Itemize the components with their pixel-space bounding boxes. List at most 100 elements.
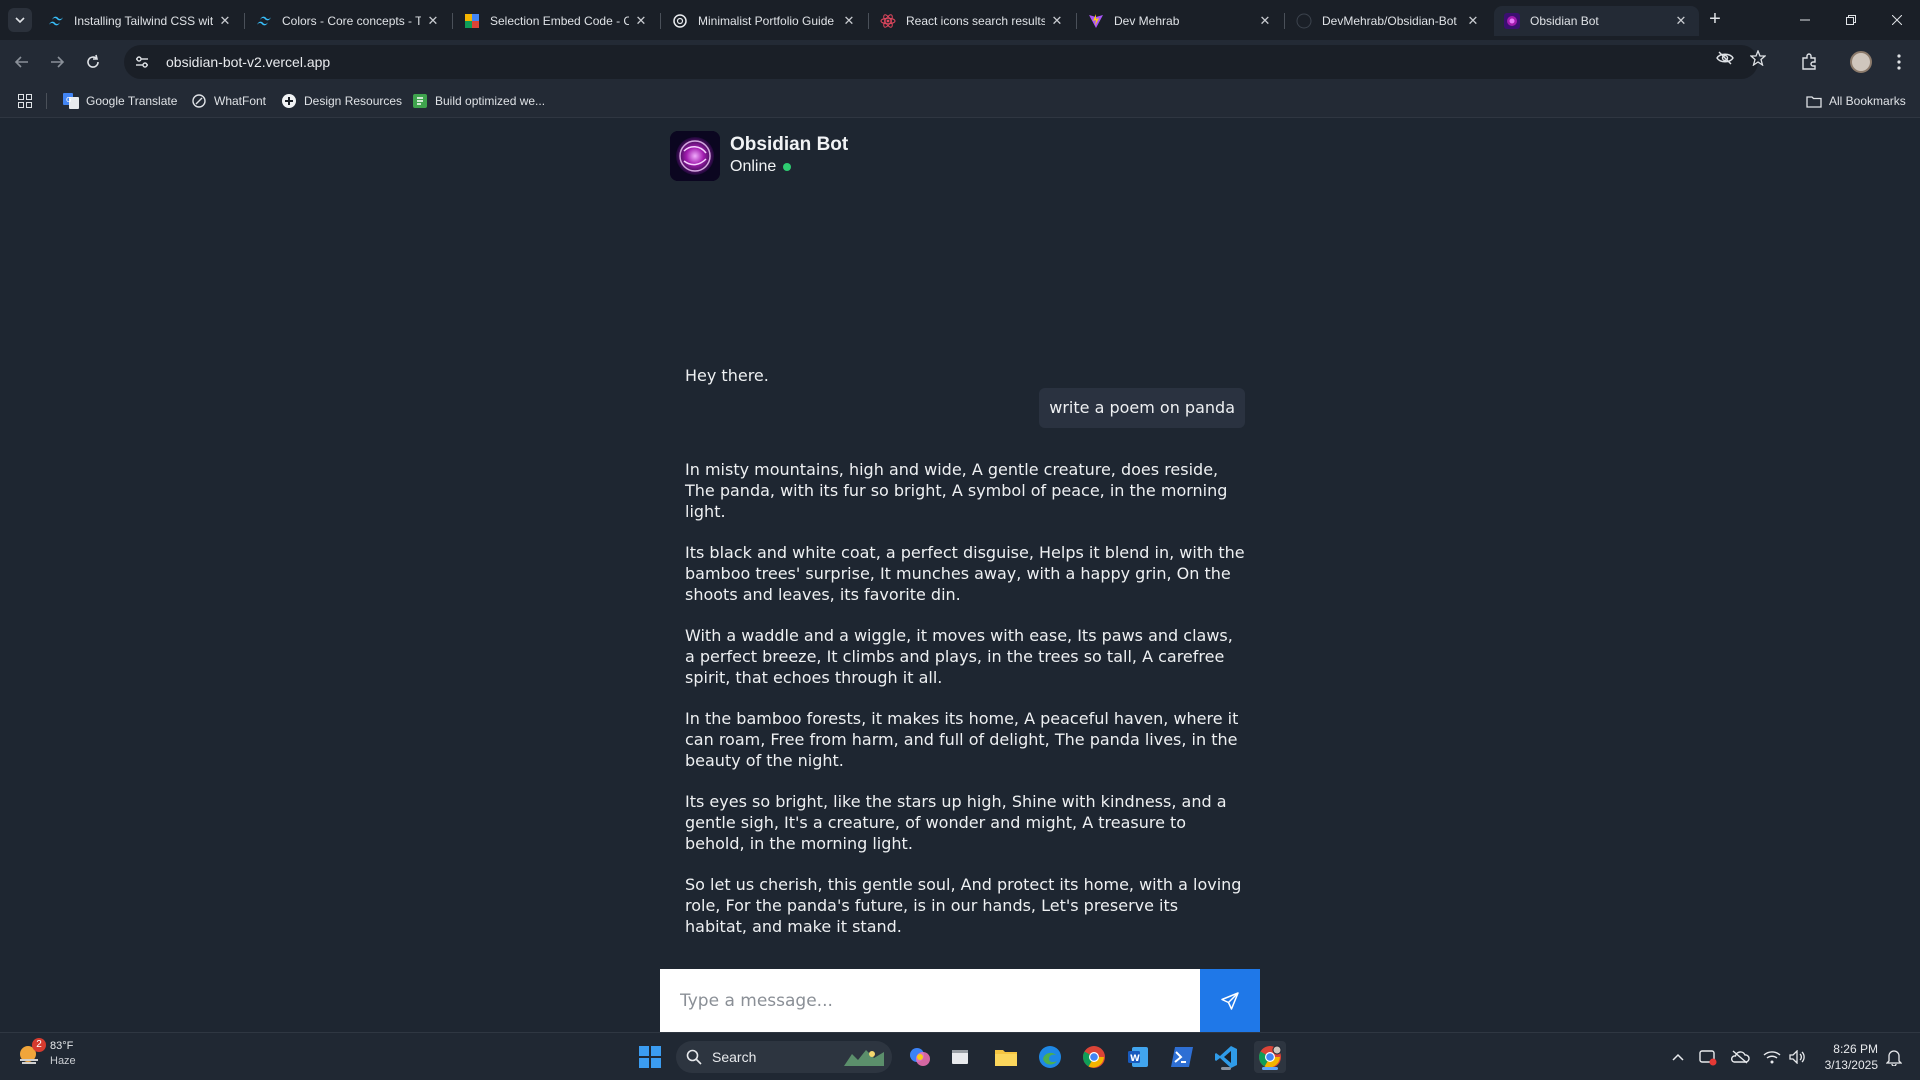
taskbar-vscode[interactable] — [1210, 1041, 1242, 1073]
tab-github-obsidian-bot[interactable]: DevMehrab/Obsidian-Bot ✕ — [1286, 6, 1491, 36]
tab-tailwind-colors[interactable]: Colors - Core concepts - T ✕ — [246, 6, 451, 36]
minimize-button[interactable] — [1782, 0, 1828, 40]
bot-name: Obsidian Bot — [730, 134, 849, 155]
bookmark-separator — [46, 93, 47, 109]
tray-sync-icon[interactable] — [1698, 1047, 1718, 1067]
word-icon: W — [1128, 1047, 1148, 1067]
site-settings-icon[interactable] — [132, 52, 152, 72]
poem-stanza: In the bamboo forests, it makes its home… — [685, 709, 1239, 770]
tab-obsidian-bot[interactable]: Obsidian Bot ✕ — [1494, 6, 1699, 36]
taskbar-clock[interactable]: 8:26 PM 3/13/2025 — [1812, 1041, 1878, 1073]
close-icon[interactable]: ✕ — [841, 13, 857, 29]
close-icon[interactable]: ✕ — [633, 13, 649, 29]
taskbar-edge[interactable] — [1034, 1041, 1066, 1073]
tab-search-button[interactable] — [8, 8, 32, 32]
close-window-button[interactable] — [1874, 0, 1920, 40]
bookmark-whatfont[interactable]: WhatFont — [191, 92, 266, 110]
tab-minimalist-portfolio[interactable]: Minimalist Portfolio Guide ✕ — [662, 6, 867, 36]
poem-stanza: Its black and white coat, a perfect disg… — [685, 543, 1245, 604]
chat-page: Obsidian Bot Online Hey there. write a p… — [0, 119, 1920, 1032]
send-button[interactable] — [1200, 969, 1260, 1032]
tray-overflow-chevron-icon[interactable] — [1668, 1047, 1688, 1067]
reload-button[interactable] — [81, 50, 105, 74]
bookmark-design-resources[interactable]: Design Resources — [281, 92, 402, 110]
weather-temp: 83°F — [50, 1040, 74, 1052]
back-button[interactable] — [10, 50, 34, 74]
tab-separator — [1284, 13, 1285, 29]
taskbar-powershell[interactable] — [1166, 1041, 1198, 1073]
chrome-icon — [1259, 1045, 1282, 1068]
taskbar-chrome-active[interactable] — [1254, 1041, 1286, 1073]
browser-toolbar: obsidian-bot-v2.vercel.app — [0, 40, 1920, 84]
status-text: Online — [730, 158, 777, 175]
tray-onedrive-offline-icon[interactable] — [1730, 1047, 1750, 1067]
address-bar[interactable]: obsidian-bot-v2.vercel.app — [124, 45, 1758, 79]
tab-title: DevMehrab/Obsidian-Bot — [1322, 14, 1457, 28]
url-text: obsidian-bot-v2.vercel.app — [166, 54, 331, 70]
bot-status: Online — [730, 156, 848, 178]
tab-title: Colors - Core concepts - T — [282, 14, 421, 28]
taskbar-chrome[interactable] — [1078, 1041, 1110, 1073]
taskbar-word[interactable]: W — [1122, 1041, 1154, 1073]
weather-text: 83°F Haze — [50, 1039, 76, 1069]
start-button[interactable] — [634, 1041, 666, 1073]
obsidian-orb-icon — [670, 131, 720, 181]
message-composer — [660, 969, 1260, 1032]
volume-icon[interactable] — [1788, 1047, 1808, 1067]
svg-text:G: G — [66, 96, 71, 104]
poem-stanza: So let us cherish, this gentle soul, And… — [685, 875, 1242, 936]
taskbar-copilot[interactable] — [904, 1041, 936, 1073]
poem-stanza: Its eyes so bright, like the stars up hi… — [685, 792, 1227, 853]
bookmark-star-icon[interactable] — [1748, 48, 1768, 68]
message-input[interactable] — [660, 969, 1200, 1032]
all-bookmarks-label: All Bookmarks — [1829, 94, 1906, 108]
windows-logo-icon — [639, 1046, 661, 1068]
eye-off-icon[interactable] — [1715, 48, 1735, 68]
chrome-icon — [1083, 1046, 1105, 1068]
design-resources-icon — [281, 93, 297, 109]
wifi-icon[interactable] — [1762, 1047, 1782, 1067]
close-icon[interactable]: ✕ — [425, 13, 441, 29]
tab-tailwind-install[interactable]: Installing Tailwind CSS wit ✕ — [38, 6, 243, 36]
bookmarks-bar: G Google Translate WhatFont Design Resou… — [0, 84, 1920, 118]
close-icon[interactable]: ✕ — [1465, 13, 1481, 29]
extensions-icon[interactable] — [1797, 50, 1821, 74]
close-icon — [1892, 15, 1902, 25]
all-bookmarks-button[interactable]: All Bookmarks — [1806, 92, 1906, 110]
weather-widget[interactable]: 2 83°F Haze — [16, 1038, 76, 1069]
close-icon[interactable]: ✕ — [1257, 13, 1273, 29]
user-message: write a poem on panda — [1039, 388, 1245, 428]
reload-icon — [87, 54, 99, 68]
svg-text:W: W — [1130, 1054, 1140, 1064]
taskbar-search[interactable]: Search — [676, 1041, 892, 1073]
folder-icon — [995, 1050, 1017, 1066]
arrow-left-icon — [14, 56, 28, 68]
menu-button[interactable] — [1887, 50, 1911, 74]
notification-bell-icon[interactable] — [1884, 1047, 1904, 1067]
tab-separator — [452, 13, 453, 29]
build-icon — [412, 93, 428, 109]
close-icon[interactable]: ✕ — [1673, 13, 1689, 29]
bookmark-label: Google Translate — [86, 94, 178, 108]
tab-react-icons[interactable]: React icons search results ✕ — [870, 6, 1075, 36]
close-icon[interactable]: ✕ — [1049, 13, 1065, 29]
close-icon[interactable]: ✕ — [217, 13, 233, 29]
weather-desc: Haze — [50, 1055, 76, 1067]
forward-button[interactable] — [45, 50, 69, 74]
active-indicator — [1262, 1067, 1278, 1070]
bookmark-build-optimized[interactable]: Build optimized we... — [412, 92, 545, 110]
new-tab-button[interactable]: + — [1703, 8, 1727, 32]
tab-selection-embed[interactable]: Selection Embed Code - C ✕ — [454, 6, 659, 36]
tab-title: Obsidian Bot — [1530, 14, 1599, 28]
bot-meta: Obsidian Bot Online — [730, 134, 848, 178]
restore-button[interactable] — [1828, 0, 1874, 40]
taskbar-task-view[interactable] — [944, 1041, 976, 1073]
bookmark-google-translate[interactable]: G Google Translate — [63, 92, 177, 110]
tab-dev-mehrab[interactable]: Dev Mehrab ✕ — [1078, 6, 1283, 36]
search-highlight-icon — [844, 1050, 884, 1066]
taskbar-file-explorer[interactable] — [990, 1041, 1022, 1073]
bookmark-label: WhatFont — [214, 94, 267, 108]
profile-avatar[interactable] — [1849, 50, 1873, 74]
apps-grid-icon — [18, 94, 32, 108]
apps-button[interactable] — [18, 92, 32, 110]
